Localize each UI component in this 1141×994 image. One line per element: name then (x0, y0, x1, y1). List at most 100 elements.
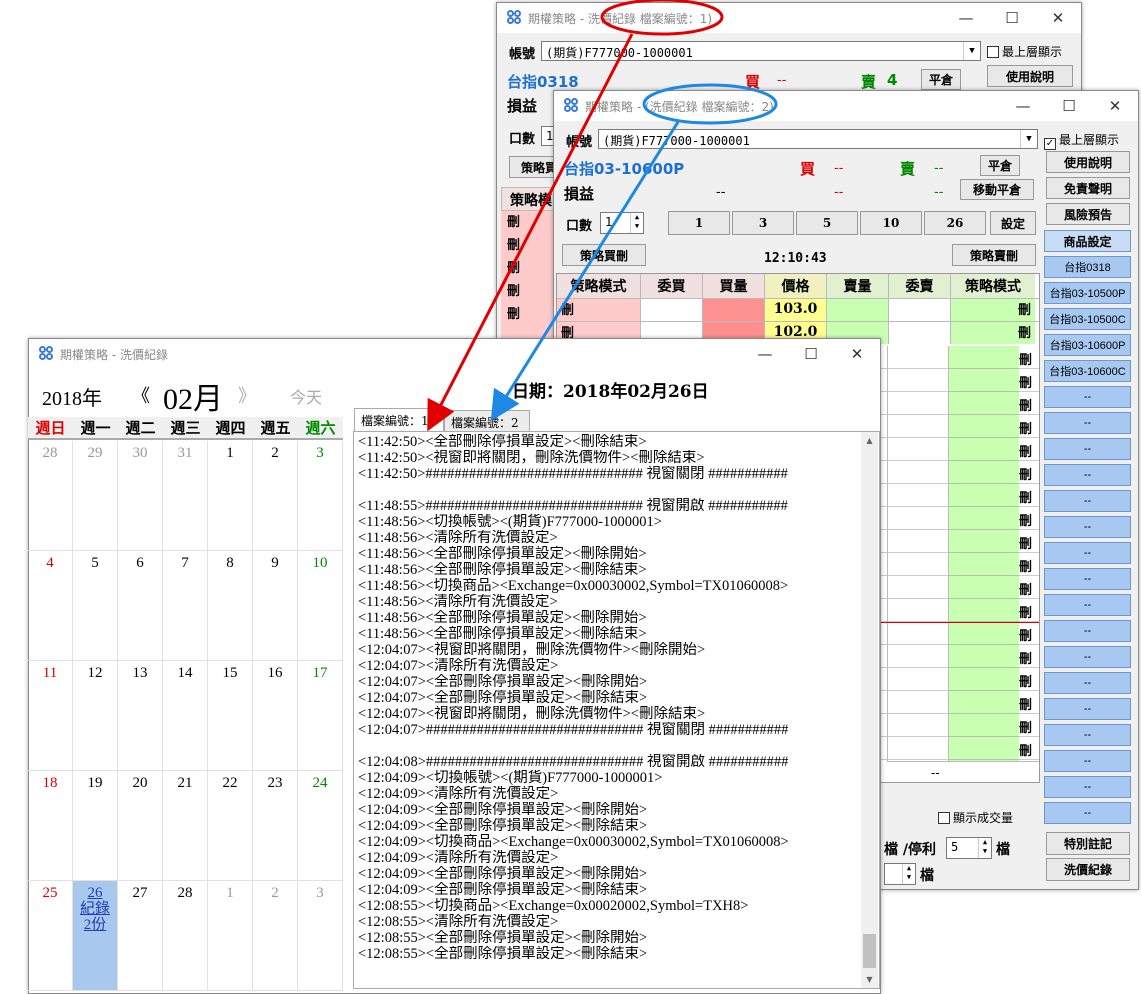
empty-product-slot[interactable]: -- (1044, 516, 1131, 538)
delete-cell[interactable]: 刪 (501, 234, 557, 257)
delete-cell[interactable]: 刪 (501, 257, 557, 280)
disclaimer-button[interactable]: 免責聲明 (1046, 177, 1130, 199)
product-item[interactable]: 台指03-10500C (1044, 308, 1131, 330)
show-fill-checkbox[interactable]: 顯示成交量 (938, 809, 1013, 826)
delete-cell[interactable]: 刪 (1019, 441, 1032, 460)
maximize-icon[interactable]: ☐ (989, 3, 1035, 33)
product-item[interactable]: 台指03-10500P (1044, 282, 1131, 304)
calendar-day[interactable]: 11 (28, 661, 73, 771)
empty-product-slot[interactable]: -- (1044, 750, 1131, 772)
move-flatten-button[interactable]: 移動平倉 (960, 179, 1034, 200)
delete-cell[interactable]: 刪 (1019, 418, 1032, 437)
calendar-day[interactable]: 23 (253, 771, 298, 881)
delete-cell[interactable]: 刪 (1019, 464, 1032, 483)
next-month-button[interactable]: 》 (238, 382, 256, 408)
calendar-day[interactable]: 10 (298, 551, 343, 661)
calendar-day[interactable]: 5 (73, 551, 118, 661)
delete-cell[interactable]: 刪 (951, 299, 1035, 321)
delete-cell[interactable]: 刪 (1019, 395, 1032, 414)
today-button[interactable]: 今天 (290, 384, 322, 408)
calendar-day[interactable]: 22 (208, 771, 253, 881)
calendar-day[interactable]: 7 (163, 551, 208, 661)
delete-cell[interactable]: 刪 (1019, 694, 1032, 713)
qty-preset-button[interactable]: 26 (924, 211, 986, 235)
calendar-day[interactable]: 13 (118, 661, 163, 771)
special-note-button[interactable]: 特別註記 (1046, 832, 1130, 855)
calendar-day[interactable]: 15 (208, 661, 253, 771)
calendar-day[interactable]: 29 (73, 441, 118, 551)
tick-input[interactable]: ▲ ▼ (884, 863, 916, 885)
scroll-thumb[interactable] (863, 934, 876, 968)
delete-cell[interactable]: 刪 (1019, 717, 1032, 736)
empty-product-slot[interactable]: -- (1044, 698, 1131, 720)
calendar-day[interactable]: 26 紀錄 2份 (73, 881, 118, 991)
calendar-day[interactable]: 25 (28, 881, 73, 991)
calendar-day[interactable]: 12 (73, 661, 118, 771)
flatten-button[interactable]: 平倉 (921, 69, 961, 90)
stop-input[interactable]: 5 ▲ ▼ (946, 837, 992, 859)
set-button[interactable]: 設定 (990, 211, 1036, 235)
calendar-day[interactable]: 2 (253, 881, 298, 991)
spin-icon[interactable]: ▲ ▼ (630, 213, 643, 233)
calendar-day[interactable]: 8 (208, 551, 253, 661)
log-scrollbar[interactable]: ▲ ▼ (861, 432, 878, 988)
calendar-day[interactable]: 16 (253, 661, 298, 771)
calendar-day[interactable]: 2 (253, 441, 298, 551)
manual-button[interactable]: 使用說明 (1046, 151, 1130, 173)
calendar-day[interactable]: 28 (163, 881, 208, 991)
calendar-day[interactable]: 24 (298, 771, 343, 881)
spin-icon[interactable]: ▲ ▼ (902, 864, 915, 884)
prev-month-button[interactable]: 《 (132, 382, 150, 408)
qty-preset-button[interactable]: 3 (732, 211, 794, 235)
flatten-button[interactable]: 平倉 (980, 155, 1020, 176)
empty-product-slot[interactable]: -- (1044, 464, 1131, 486)
delete-cell[interactable]: 刪 (501, 280, 557, 303)
empty-product-slot[interactable]: -- (1044, 646, 1131, 668)
delete-cell[interactable]: 刪 (1019, 625, 1032, 644)
calendar-day[interactable]: 31 (163, 441, 208, 551)
calendar-day[interactable]: 28 (28, 441, 73, 551)
empty-product-slot[interactable]: -- (1044, 594, 1131, 616)
tab-file-1[interactable]: 檔案編號：1 (354, 408, 444, 432)
qty-preset-button[interactable]: 1 (668, 211, 730, 235)
qty-input[interactable]: 1 ▲ ▼ (600, 212, 644, 234)
scroll-up-icon[interactable]: ▲ (861, 432, 878, 449)
close-icon[interactable]: ✕ (1035, 3, 1081, 33)
delete-cell[interactable]: 刪 (1019, 533, 1032, 552)
tab-file-2[interactable]: 檔案編號：2 (444, 410, 530, 432)
delete-cell[interactable]: 刪 (1019, 671, 1032, 690)
calendar-day[interactable]: 4 (28, 551, 73, 661)
maximize-icon[interactable]: ☐ (788, 339, 834, 369)
calendar-day[interactable]: 1 (208, 441, 253, 551)
delete-cell[interactable]: 刪 (1019, 510, 1032, 529)
scroll-down-icon[interactable]: ▼ (861, 971, 878, 988)
calendar-day[interactable]: 3 (298, 881, 343, 991)
product-item[interactable]: 台指03-10600P (1044, 334, 1131, 356)
product-settings-button[interactable]: 商品設定 (1044, 230, 1131, 252)
qty-preset-button[interactable]: 10 (860, 211, 922, 235)
price-cell[interactable]: 103.0 (765, 299, 827, 321)
delete-cell[interactable]: 刪 (1019, 487, 1032, 506)
topmost-checkbox[interactable]: 最上層顯示 (987, 43, 1062, 60)
empty-product-slot[interactable]: -- (1044, 438, 1131, 460)
calendar-day[interactable]: 27 (118, 881, 163, 991)
empty-product-slot[interactable]: -- (1044, 386, 1131, 408)
delete-cell[interactable]: 刪 (1019, 579, 1032, 598)
delete-cell[interactable]: 刪 (501, 303, 557, 326)
account-select[interactable]: (期貨)F777000-1000001 ▼ (598, 129, 1038, 149)
price-log-button[interactable]: 洗價紀錄 (1046, 858, 1130, 881)
calendar-day[interactable]: 17 (298, 661, 343, 771)
calendar-day[interactable]: 14 (163, 661, 208, 771)
close-icon[interactable]: ✕ (1092, 91, 1138, 121)
manual-button[interactable]: 使用說明 (987, 65, 1073, 87)
minimize-icon[interactable]: — (1000, 91, 1046, 121)
close-icon[interactable]: ✕ (834, 339, 880, 369)
empty-product-slot[interactable]: -- (1044, 672, 1131, 694)
delete-cell[interactable]: 刪 (557, 299, 641, 321)
delete-cell[interactable]: 刪 (951, 322, 1035, 344)
strategy-sell-button[interactable]: 策略賣刪 (952, 244, 1036, 266)
qty-preset-button[interactable]: 5 (796, 211, 858, 235)
delete-cell[interactable]: 刪 (1019, 556, 1032, 575)
delete-cell[interactable]: 刪 (1019, 372, 1032, 391)
calendar-day[interactable]: 6 (118, 551, 163, 661)
